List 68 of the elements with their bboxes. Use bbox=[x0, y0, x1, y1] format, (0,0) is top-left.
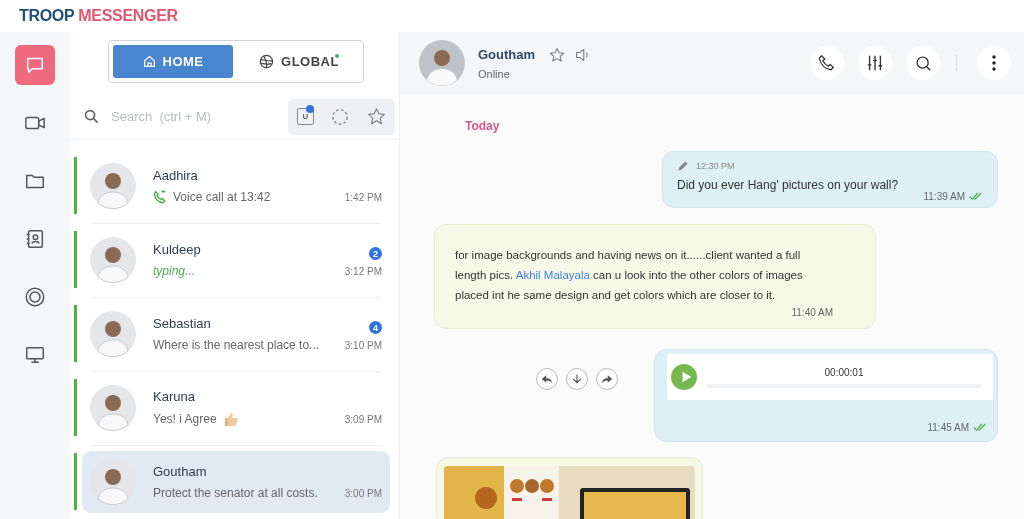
chat-list-item[interactable]: Goutham Protect the senator at all costs. 3:00 PM bbox=[82, 451, 390, 513]
message-text: for image backgrounds and having news on it......client wanted a full length pics. Akhil Malayala can u look into the other colors of images placed int he same design and get colors which are closer to it. bbox=[455, 248, 804, 303]
search-button[interactable] bbox=[906, 46, 940, 80]
avatar bbox=[90, 163, 136, 209]
star-icon bbox=[367, 107, 387, 127]
contact-name: Karuna bbox=[153, 389, 196, 404]
forward-button[interactable] bbox=[596, 367, 618, 390]
unread-count: 4 bbox=[369, 321, 382, 334]
circle-icon bbox=[24, 286, 46, 308]
day-label: Today bbox=[465, 119, 500, 133]
tab[interactable]: HOME bbox=[113, 45, 233, 79]
edited-time: 12:30 PM bbox=[696, 161, 735, 171]
globe-icon bbox=[259, 54, 275, 70]
contacts-icon bbox=[24, 228, 46, 250]
message-time: 3:10 PM bbox=[344, 340, 382, 351]
avatar bbox=[90, 385, 136, 431]
message-time: 1:42 PM bbox=[344, 192, 382, 203]
chat-list-item[interactable]: Aadhira Voice call at 13:42 1:42 PM bbox=[82, 155, 390, 217]
message-text: Did you ever Hang' pictures on your wall? bbox=[677, 177, 900, 194]
contact-name: Goutham bbox=[478, 47, 536, 62]
app-logo: TROOP MESSENGER bbox=[19, 7, 178, 25]
download-button[interactable] bbox=[566, 367, 588, 390]
message-time: 11:45 AM bbox=[927, 422, 969, 433]
tab[interactable]: GLOBAL bbox=[239, 45, 359, 79]
contact-name: Goutham bbox=[153, 464, 208, 479]
chat-nav-button[interactable] bbox=[15, 45, 55, 85]
search-field[interactable]: Search (ctrl + M) bbox=[109, 108, 273, 126]
avatar bbox=[90, 459, 136, 505]
mention-link[interactable]: Akhil Malayala bbox=[515, 269, 590, 281]
message-time: 11:40 AM bbox=[791, 307, 833, 318]
message-time: 3:12 PM bbox=[344, 266, 382, 277]
home-icon bbox=[142, 55, 156, 69]
sliders-icon bbox=[866, 54, 884, 72]
thumbs-up-icon bbox=[222, 411, 239, 427]
star-icon[interactable] bbox=[549, 46, 566, 63]
message-time: 11:39 AM bbox=[923, 191, 965, 202]
contact-name: Aadhira bbox=[153, 168, 199, 183]
chat-list-item[interactable]: Sebastian Where is the nearest place to... 4 3:10 PM bbox=[82, 303, 390, 365]
avatar bbox=[419, 40, 465, 86]
unread-count: 2 bbox=[369, 247, 382, 260]
settings-button[interactable] bbox=[858, 46, 892, 80]
message-preview: Where is the nearest place to... bbox=[153, 338, 320, 352]
message-preview: Voice call at 13:42 bbox=[173, 190, 271, 204]
avatar bbox=[90, 237, 136, 283]
dashed-circle-icon bbox=[331, 107, 350, 126]
message-preview: Protect the senator at all costs. bbox=[153, 486, 318, 500]
chat-list-item[interactable]: Kuldeep typing... 2 3:12 PM bbox=[82, 229, 390, 291]
search-icon bbox=[914, 54, 932, 72]
contact-status: Online bbox=[478, 67, 511, 80]
avatar bbox=[90, 311, 136, 357]
message-preview: Yes! i Agree bbox=[153, 412, 217, 426]
monitor-icon bbox=[24, 344, 46, 366]
phone-icon bbox=[818, 54, 836, 72]
call-button[interactable] bbox=[810, 46, 844, 80]
more-icon bbox=[992, 55, 996, 71]
chat-list-item[interactable]: Karuna Yes! i Agree 3:09 PM bbox=[82, 377, 390, 439]
call-icon bbox=[153, 190, 167, 204]
download-icon bbox=[571, 372, 583, 385]
message-time: 3:00 PM bbox=[344, 488, 382, 499]
audio-duration: 00:00:01 bbox=[824, 366, 864, 378]
reply-button[interactable] bbox=[536, 367, 558, 390]
more-button[interactable] bbox=[977, 46, 1011, 80]
message-time: 3:09 PM bbox=[344, 414, 382, 425]
contact-name: Sebastian bbox=[153, 316, 212, 331]
pencil-icon bbox=[677, 160, 689, 172]
message-preview: typing... bbox=[153, 264, 196, 278]
search-icon bbox=[84, 109, 99, 125]
contact-name: Kuldeep bbox=[153, 242, 202, 257]
